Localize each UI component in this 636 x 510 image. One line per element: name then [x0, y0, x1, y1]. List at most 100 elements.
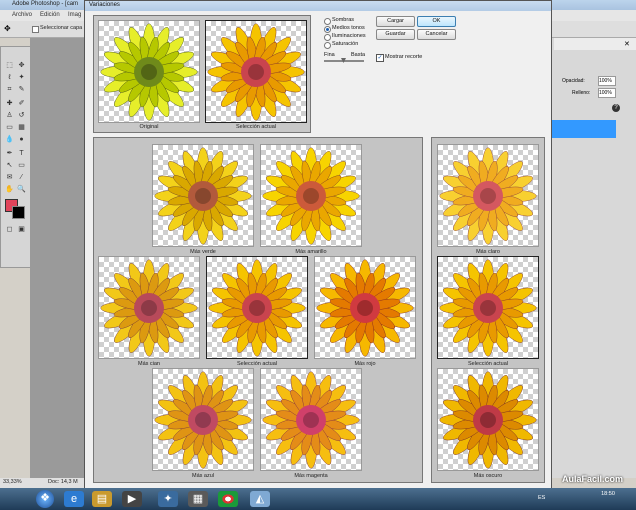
eraser-tool-icon[interactable]: ▭ — [5, 123, 14, 132]
language-indicator[interactable]: ES — [538, 495, 545, 501]
flower-core — [480, 412, 496, 428]
shape-tool-icon[interactable]: ▭ — [17, 161, 26, 170]
start-button-icon[interactable]: ❖ — [36, 490, 54, 508]
layers-panel: ✕ Opacidad: 100% Relleno: 100% ? — [552, 38, 636, 478]
fine-label: Fina — [324, 52, 335, 58]
history-brush-icon[interactable]: ↺ — [17, 111, 26, 120]
opacity-label: Opacidad: — [562, 78, 585, 84]
cancel-button[interactable]: Cancelar — [417, 29, 456, 40]
app-taskbar-icon[interactable]: ◭ — [250, 491, 270, 507]
midtones-label: Medios tonos — [332, 25, 365, 31]
more-yellow-thumbnail[interactable] — [260, 144, 362, 247]
more-magenta-thumbnail[interactable] — [260, 368, 362, 471]
more-cyan-caption: Más cian — [137, 361, 160, 367]
shadows-label: Sombras — [332, 17, 355, 23]
move-tool-icon[interactable]: ✥ — [4, 24, 18, 34]
darker-thumbnail[interactable] — [437, 368, 539, 471]
background-color-swatch[interactable] — [12, 206, 25, 219]
lighter-thumbnail[interactable] — [437, 144, 539, 247]
magic-wand-icon[interactable]: ✦ — [17, 73, 26, 82]
brightness-current-thumbnail[interactable] — [437, 256, 539, 359]
ok-button[interactable]: OK — [417, 16, 456, 27]
screen-mode-icon[interactable]: ▣ — [17, 225, 26, 234]
save-button[interactable]: Guardar — [376, 29, 415, 40]
watermark: AulaFacil.com — [562, 474, 624, 484]
app-title: Adobe Photoshop - [cam — [12, 1, 79, 7]
center-current-thumbnail[interactable] — [206, 256, 308, 359]
dodge-tool-icon[interactable]: ● — [17, 135, 26, 144]
coarse-label: Basta — [351, 52, 366, 58]
notes-tool-icon[interactable]: ✉ — [5, 173, 14, 182]
highlights-radio[interactable] — [324, 34, 331, 41]
path-select-icon[interactable]: ↖ — [5, 161, 14, 170]
stamp-tool-icon[interactable]: ♙ — [5, 111, 14, 120]
pen-tool-icon[interactable]: ✒ — [5, 149, 14, 158]
type-tool-icon[interactable]: T — [17, 149, 26, 158]
select-layer-label: Seleccionar capa — [40, 25, 83, 31]
slice-tool-icon[interactable]: ✎ — [17, 85, 26, 94]
saturation-label: Saturación — [332, 41, 359, 47]
taskbar: ❖ e ▤ ▶ ✦ ▦ ◭ ES 18:50 — [0, 488, 636, 510]
more-yellow-caption: Más amarillo — [295, 249, 327, 255]
shadows-radio[interactable] — [324, 18, 331, 25]
more-cyan-thumbnail[interactable] — [98, 256, 200, 359]
brightness-variations-pane: Más claro Selección actual Más oscuro — [431, 137, 545, 483]
more-blue-thumbnail[interactable] — [152, 368, 254, 471]
dialog-title: Variaciones — [89, 2, 120, 8]
show-clipping-label: Mostrar recorte — [385, 54, 423, 60]
healing-brush-icon[interactable]: ✚ — [5, 99, 14, 108]
eyedropper-icon[interactable]: ⁄ — [17, 173, 26, 182]
menu-edicion[interactable]: Edición — [40, 12, 60, 18]
hand-tool-icon[interactable]: ✋ — [5, 185, 14, 194]
original-caption: Original — [139, 124, 159, 130]
more-green-thumbnail[interactable] — [152, 144, 254, 247]
lasso-tool-icon[interactable]: ℓ — [5, 73, 14, 82]
zoom-tool-icon[interactable]: 🔍 — [17, 185, 26, 194]
file-explorer-icon[interactable]: ▤ — [92, 491, 112, 507]
show-clipping-checkbox[interactable]: ✓ — [376, 54, 384, 62]
darker-caption: Más oscuro — [473, 473, 503, 479]
close-icon[interactable]: ✕ — [624, 40, 630, 48]
flower-core — [141, 64, 157, 80]
media-player-icon[interactable]: ▶ — [122, 491, 142, 507]
menu-imagen[interactable]: Imag — [68, 12, 81, 18]
brush-tool-icon[interactable]: ✐ — [17, 99, 26, 108]
move-tool-icon[interactable]: ✥ — [17, 61, 26, 70]
original-current-pane: Original Selección actual — [93, 15, 311, 133]
crop-tool-icon[interactable]: ⌗ — [5, 85, 14, 94]
flower-core — [480, 300, 496, 316]
doc-info: Doc: 14,3 M — [48, 479, 78, 485]
flower-core — [195, 188, 211, 204]
select-layer-checkbox[interactable] — [32, 26, 39, 33]
selected-layer-row[interactable] — [552, 120, 616, 138]
flower-core — [141, 300, 157, 316]
flower-core — [249, 300, 265, 316]
current-thumbnail[interactable] — [205, 20, 307, 123]
load-button[interactable]: Cargar — [376, 16, 415, 27]
more-red-caption: Más rojo — [354, 361, 376, 367]
more-blue-caption: Más azul — [191, 473, 214, 479]
quick-mask-icon[interactable]: ◻ — [5, 225, 14, 234]
marquee-tool-icon[interactable]: ⬚ — [5, 61, 14, 70]
chrome-browser-icon[interactable] — [218, 491, 238, 507]
current-caption: Selección actual — [235, 124, 277, 130]
midtones-radio[interactable] — [324, 26, 331, 33]
saturation-radio[interactable] — [324, 42, 331, 49]
brightness-current-caption: Selección actual — [467, 361, 509, 367]
menu-archivo[interactable]: Archivo — [12, 12, 32, 18]
original-thumbnail[interactable] — [98, 20, 200, 123]
fill-field[interactable]: 100% — [598, 88, 616, 98]
flower-core — [195, 412, 211, 428]
clock[interactable]: 18:50 — [596, 491, 620, 498]
window-taskbar-icon[interactable]: ▦ — [188, 491, 208, 507]
blur-tool-icon[interactable]: 💧 — [5, 135, 14, 144]
help-icon[interactable]: ? — [612, 104, 620, 112]
more-red-thumbnail[interactable] — [314, 256, 416, 359]
fill-label: Relleno: — [572, 90, 591, 96]
gradient-tool-icon[interactable]: ▦ — [17, 123, 26, 132]
flower-core — [480, 188, 496, 204]
ie-browser-icon[interactable]: e — [64, 491, 84, 507]
photoshop-taskbar-icon[interactable]: ✦ — [158, 491, 178, 507]
flower-core — [303, 412, 319, 428]
opacity-field[interactable]: 100% — [598, 76, 616, 86]
